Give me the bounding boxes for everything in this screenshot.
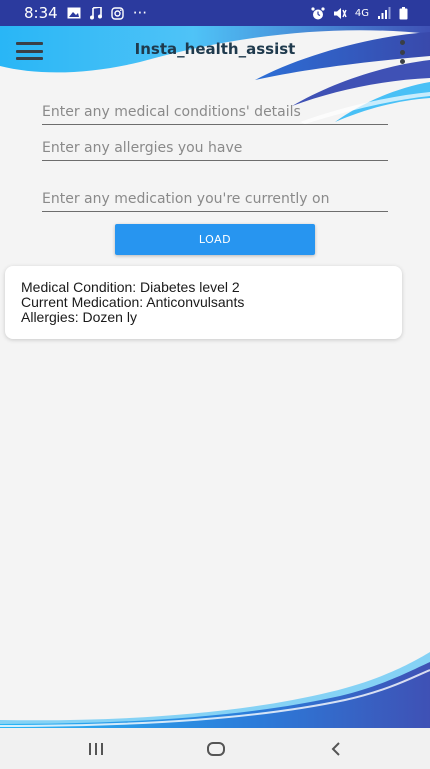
medical-conditions-field[interactable] [42, 99, 388, 125]
mute-icon [333, 7, 347, 20]
status-bar: 8:34 ··· 4G [0, 0, 430, 26]
network-type-label: 4G [354, 7, 369, 19]
allergies-field[interactable] [42, 135, 388, 161]
battery-icon [399, 6, 408, 20]
recent-apps-icon[interactable] [74, 736, 118, 762]
status-left: 8:34 ··· [24, 4, 147, 22]
status-right: 4G [311, 6, 408, 20]
load-button[interactable]: LOAD [115, 224, 315, 255]
more-notifications-icon: ··· [132, 4, 147, 22]
allergies-text: Allergies: Dozen ly [21, 309, 137, 325]
alarm-icon [311, 6, 325, 20]
medication-field[interactable] [42, 186, 388, 212]
footer-wave-decoration [0, 640, 430, 728]
gallery-icon [67, 7, 81, 19]
system-navigation-bar [0, 728, 430, 769]
result-card: Medical Condition: Diabetes level 2 Curr… [5, 266, 402, 339]
app-title: Insta_health_assist [134, 40, 296, 58]
back-icon[interactable] [314, 736, 358, 762]
overflow-menu-icon[interactable] [398, 40, 406, 64]
signal-icon [377, 7, 391, 19]
status-time: 8:34 [24, 4, 58, 22]
app-toolbar: Insta_health_assist [0, 26, 430, 78]
medical-condition-text: Medical Condition: Diabetes level 2 [21, 279, 240, 295]
current-medication-text: Current Medication: Anticonvulsants [21, 294, 245, 310]
music-icon [89, 6, 102, 20]
home-icon[interactable] [194, 736, 238, 762]
instagram-icon [110, 6, 124, 20]
